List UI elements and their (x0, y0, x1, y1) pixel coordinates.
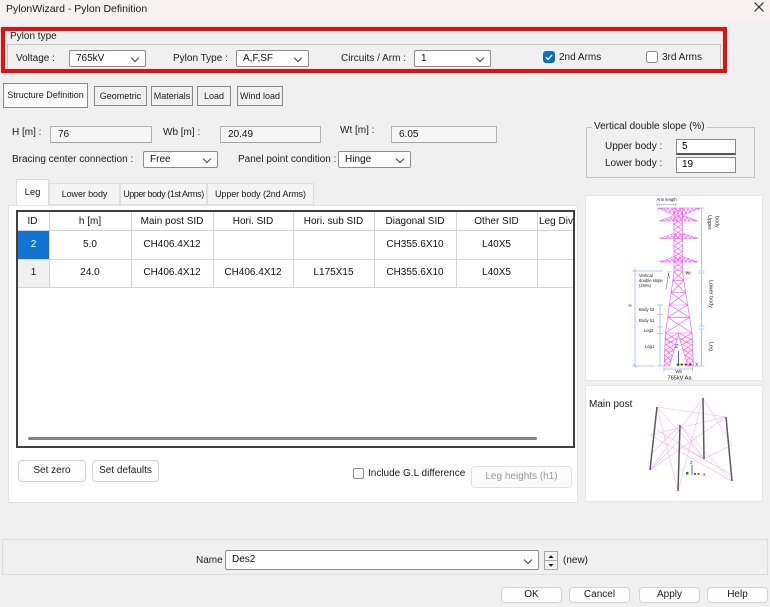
svg-text:Wb: Wb (676, 369, 683, 374)
svg-text:Leg: Leg (708, 342, 714, 351)
svg-text:z: z (690, 460, 693, 466)
svg-text:Body h1: Body h1 (639, 318, 655, 323)
svg-text:(2si%): (2si%) (639, 283, 651, 288)
svg-text:Upper: Upper (706, 215, 712, 230)
svg-text:Body h2: Body h2 (639, 307, 655, 312)
svg-text:765kV Aa: 765kV Aa (668, 376, 693, 382)
svg-text:X: X (695, 363, 699, 369)
svg-text:Z: Z (675, 344, 679, 350)
svg-text:Lower body: Lower body (708, 280, 714, 308)
svg-text:Leg2: Leg2 (644, 328, 654, 333)
svg-text:H: H (629, 303, 632, 308)
svg-text:Wt: Wt (686, 271, 692, 276)
svg-text:body: body (714, 216, 720, 228)
svg-text:Arm length: Arm length (657, 197, 678, 202)
svg-text:x: x (703, 472, 706, 478)
svg-text:Leg1: Leg1 (645, 344, 655, 349)
